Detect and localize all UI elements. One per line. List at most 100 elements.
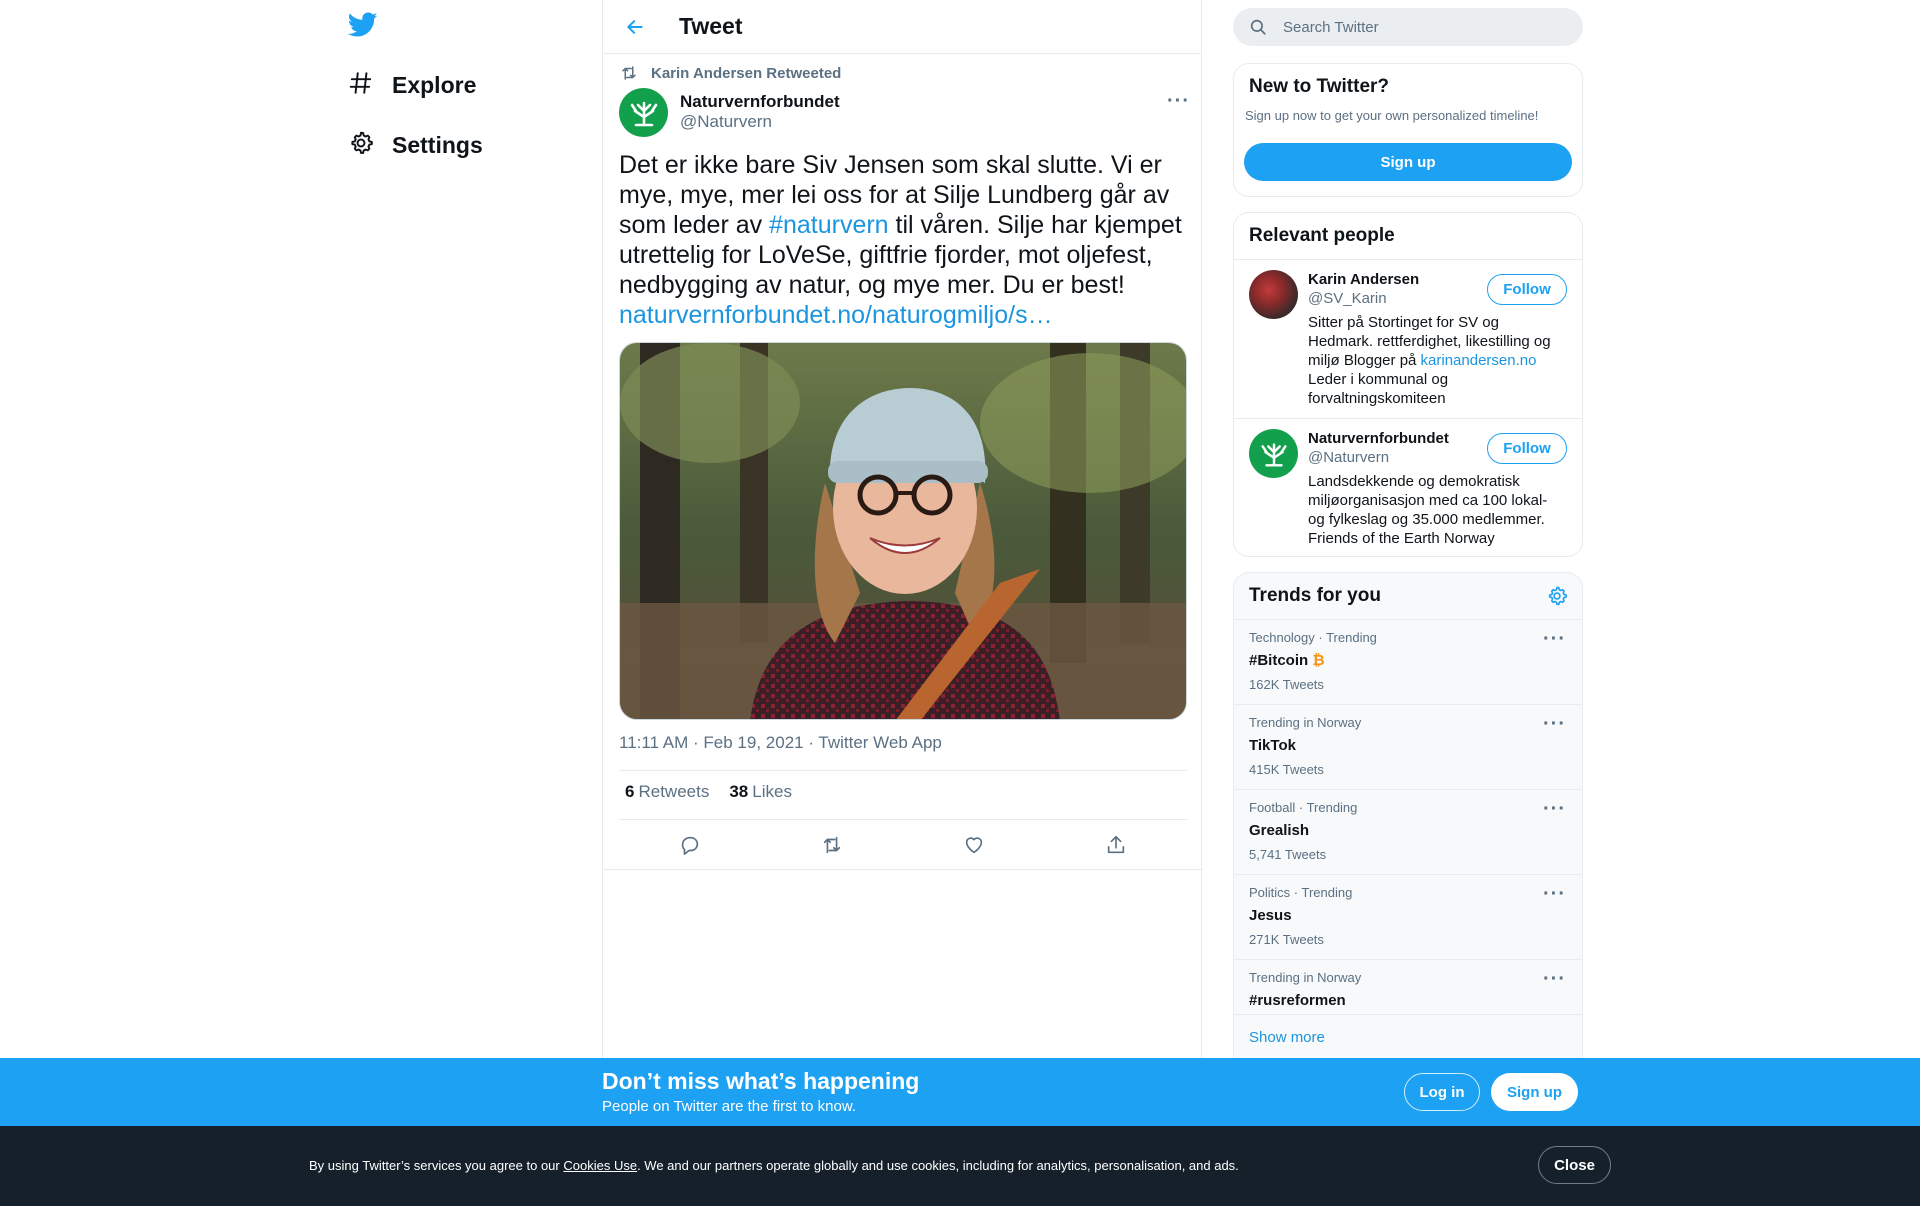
search-icon	[1250, 19, 1266, 35]
retweets-count: 6	[625, 782, 635, 801]
follow-button[interactable]: Follow	[1487, 274, 1567, 305]
page-title: Tweet	[679, 13, 743, 39]
tweet-timestamp[interactable]: 11:11 AM · Feb 19, 2021 · Twitter Web Ap…	[619, 733, 942, 753]
trend-count: 271K Tweets	[1249, 932, 1324, 947]
signup-banner: Don’t miss what’s happening People on Tw…	[0, 1058, 1920, 1126]
divider	[603, 869, 1203, 870]
retweets-stat[interactable]: 6 Retweets	[625, 782, 709, 802]
relevant-people-card: Relevant people Karin Andersen @SV_Karin…	[1233, 212, 1583, 557]
trend-context: Trending in Norway	[1249, 970, 1362, 985]
twitter-bird-icon[interactable]	[347, 12, 378, 43]
more-options-icon[interactable]: ···	[1543, 713, 1566, 736]
trend-context: Politics · Trending	[1249, 885, 1353, 900]
trend-count: 5,741 Tweets	[1249, 847, 1327, 862]
back-arrow-icon	[627, 19, 643, 34]
heart-icon	[965, 837, 983, 854]
person-bio-text-2: Leder i kommunal og forvaltningskomiteen	[1308, 371, 1449, 407]
more-options-icon[interactable]: ···	[1543, 968, 1566, 991]
nav-label-explore: Explore	[392, 72, 477, 98]
tweet-header: Tweet	[603, 0, 1201, 54]
new-to-twitter-card: New to Twitter? Sign up now to get your …	[1233, 63, 1583, 197]
search-bar[interactable]	[1233, 8, 1583, 46]
tweet-url-link[interactable]: naturvernforbundet.no/naturogmiljo/s…	[619, 301, 1053, 329]
banner-title: Don’t miss what’s happening	[602, 1068, 920, 1094]
avatar[interactable]	[1249, 429, 1298, 478]
naturvern-logo-icon	[1260, 442, 1287, 467]
sign-up-button[interactable]: Sign up	[1491, 1073, 1578, 1111]
retweeted-by-label[interactable]: Karin Andersen Retweeted	[651, 65, 841, 82]
cookies-use-link[interactable]: Cookies Use	[563, 1158, 637, 1173]
search-input[interactable]	[1283, 18, 1543, 36]
back-button[interactable]	[613, 5, 657, 49]
likes-stat[interactable]: 38 Likes	[729, 782, 792, 802]
divider	[619, 819, 1187, 820]
trend-item[interactable]: Politics · Trending Jesus 271K Tweets ··…	[1234, 874, 1582, 959]
hashtag-link[interactable]: #naturvern	[769, 211, 889, 239]
more-options-icon[interactable]: ···	[1543, 883, 1566, 906]
trend-item[interactable]: Football · Trending Grealish 5,741 Tweet…	[1234, 789, 1582, 874]
trend-name: Grealish	[1249, 822, 1310, 839]
nav-label-settings: Settings	[392, 132, 483, 158]
more-options-icon[interactable]: ···	[1543, 628, 1566, 651]
trend-item[interactable]: Trending in Norway TikTok 415K Tweets ··…	[1234, 704, 1582, 789]
person-naturvernforbundet[interactable]: Naturvernforbundet @Naturvern Landsdekke…	[1234, 418, 1582, 556]
trend-name-text: #Bitcoin	[1249, 652, 1309, 669]
more-options-icon[interactable]: ···	[1543, 798, 1566, 821]
follow-button[interactable]: Follow	[1487, 433, 1567, 464]
tweet-author: Naturvernforbundet @Naturvern	[619, 88, 840, 137]
naturvern-logo-icon	[630, 101, 657, 126]
avatar[interactable]	[1249, 270, 1298, 319]
tweet-actions	[619, 822, 1187, 868]
share-button[interactable]	[1096, 825, 1136, 865]
cookie-consent-bar: By using Twitter’s services you agree to…	[0, 1126, 1920, 1206]
trend-name: #Bitcoin ₿	[1249, 651, 1567, 671]
trend-count: 162K Tweets	[1249, 677, 1324, 692]
close-button[interactable]: Close	[1538, 1146, 1611, 1184]
banner-subtitle: People on Twitter are the first to know.	[602, 1098, 857, 1115]
likes-count: 38	[729, 782, 749, 801]
bio-link[interactable]: karinandersen.no	[1421, 352, 1537, 369]
trends-settings-icon[interactable]	[1546, 585, 1568, 612]
log-in-button[interactable]: Log in	[1404, 1073, 1480, 1111]
trend-item[interactable]: Technology · Trending #Bitcoin ₿ 162K Tw…	[1234, 619, 1582, 704]
divider	[619, 770, 1187, 771]
reply-button[interactable]	[670, 825, 710, 865]
more-options-icon[interactable]: ···	[1167, 90, 1190, 113]
retweet-icon	[823, 836, 841, 854]
trend-count: 415K Tweets	[1249, 762, 1324, 777]
hashtag-icon	[348, 70, 374, 101]
trend-name: TikTok	[1249, 737, 1296, 754]
nav-item-settings[interactable]: Settings	[348, 130, 483, 161]
cookie-text: By using Twitter’s services you agree to…	[309, 1158, 1239, 1173]
person-karin-andersen[interactable]: Karin Andersen @SV_Karin Sitter på Stort…	[1234, 259, 1582, 418]
trend-name: Jesus	[1249, 907, 1292, 924]
avatar[interactable]	[619, 88, 668, 137]
cookie-text-1: By using Twitter’s services you agree to…	[309, 1158, 564, 1173]
trend-context: Football · Trending	[1249, 800, 1358, 815]
author-name[interactable]: Naturvernforbundet	[680, 92, 840, 112]
nav-item-explore[interactable]: Explore	[348, 70, 476, 101]
cookie-text-2: . We and our partners operate globally a…	[637, 1158, 1239, 1173]
show-more-link[interactable]: Show more	[1234, 1014, 1582, 1060]
reply-icon	[681, 836, 699, 855]
tweet-stats: 6 Retweets 38 Likes	[625, 782, 792, 802]
tweet-column: Tweet Karin Andersen Retweeted Naturvern…	[602, 0, 1203, 1060]
tweet-text: Det er ikke bare Siv Jensen som skal slu…	[619, 150, 1189, 330]
person-bio: Landsdekkende og demokratisk miljøorgani…	[1308, 473, 1548, 547]
author-handle[interactable]: @Naturvern	[680, 112, 840, 132]
like-button[interactable]	[954, 825, 994, 865]
trend-item[interactable]: Trending in Norway #rusreformen ···	[1234, 959, 1582, 1009]
retweet-icon	[622, 66, 636, 80]
trends-card: Trends for you Technology · Trending #Bi…	[1233, 572, 1583, 1072]
sign-up-button[interactable]: Sign up	[1244, 143, 1572, 181]
relevant-people-title: Relevant people	[1249, 225, 1395, 246]
retweet-button[interactable]	[812, 825, 852, 865]
likes-label: Likes	[752, 782, 792, 801]
retweet-context: Karin Andersen Retweeted	[619, 64, 841, 82]
gear-icon	[348, 130, 374, 161]
trend-context: Technology · Trending	[1249, 630, 1377, 645]
tweet-photo[interactable]	[619, 342, 1187, 720]
new-to-twitter-title: New to Twitter?	[1249, 76, 1390, 97]
retweets-label: Retweets	[638, 782, 710, 801]
new-to-twitter-subtitle: Sign up now to get your own personalized…	[1245, 108, 1539, 123]
